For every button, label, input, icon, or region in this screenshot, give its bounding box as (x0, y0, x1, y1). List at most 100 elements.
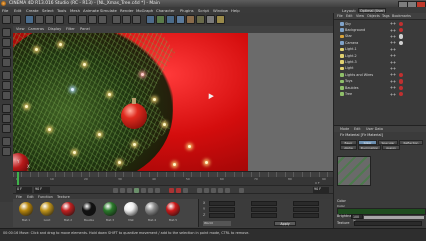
tab-color[interactable]: Color (358, 140, 377, 145)
tab-basic[interactable]: Basic (340, 140, 357, 145)
rotation-p-field[interactable] (293, 207, 319, 212)
object-row[interactable]: Light.1 (340, 47, 425, 53)
material-tag-icon[interactable] (399, 21, 404, 26)
tab-specular[interactable]: Specular (378, 140, 398, 145)
material-tag-icon[interactable] (399, 85, 404, 90)
menu-create[interactable]: Create (26, 8, 39, 13)
layout-select[interactable]: Optimal (User) (358, 7, 386, 13)
material-menu-file[interactable]: File (16, 195, 22, 199)
menu-plugins[interactable]: Plugins (180, 8, 194, 13)
cube-icon[interactable] (146, 15, 155, 24)
visibility-dots-icon[interactable] (390, 86, 396, 90)
render-view-icon[interactable] (112, 15, 121, 24)
material-tag-icon[interactable] (399, 72, 404, 78)
object-row[interactable]: Star (340, 34, 425, 40)
polygons-mode-icon[interactable] (2, 91, 11, 100)
material-tag-icon[interactable] (399, 91, 404, 97)
viewport-menu-view[interactable]: View (16, 27, 25, 31)
am-menu-edit[interactable]: Edit (354, 127, 361, 131)
next-key-icon[interactable] (148, 187, 153, 193)
timeline-settings-icon[interactable] (239, 187, 244, 193)
editor-viewport[interactable]: Y X (13, 33, 333, 171)
object-row[interactable]: Toys (340, 79, 425, 85)
visibility-dots-icon[interactable] (390, 79, 396, 83)
material-swatch[interactable] (166, 202, 180, 216)
prev-key-icon[interactable] (120, 187, 125, 193)
prev-frame-icon[interactable] (127, 187, 132, 193)
visibility-dots-icon[interactable] (390, 41, 396, 45)
deformer-icon[interactable] (186, 15, 195, 24)
object-row[interactable]: Baubles (340, 85, 425, 91)
brightness-field[interactable]: 100 % (351, 214, 363, 223)
size-z-field[interactable] (251, 213, 277, 218)
menu-select[interactable]: Select (42, 8, 54, 13)
visibility-dots-icon[interactable] (390, 47, 396, 51)
object-row[interactable]: Light.2 (340, 53, 425, 59)
redo-icon[interactable] (12, 15, 21, 24)
rotation-key-icon[interactable] (211, 187, 216, 193)
menu-window[interactable]: Window (213, 8, 228, 13)
viewport-menu-panel[interactable]: Panel (80, 27, 90, 31)
undo-icon[interactable] (2, 15, 11, 24)
texture-mode-icon[interactable] (2, 48, 11, 57)
workplane-icon[interactable] (2, 58, 11, 67)
tab-alpha[interactable]: Alpha (340, 145, 357, 150)
tab-illumination[interactable]: Illumination (358, 145, 381, 150)
make-editable-icon[interactable] (2, 28, 11, 37)
param-key-icon[interactable] (218, 187, 223, 193)
tab-reflection[interactable]: Reflection (399, 140, 423, 145)
object-row[interactable]: Tree (340, 91, 425, 97)
planar-workplane-icon[interactable] (2, 147, 11, 156)
object-row[interactable]: Light.3 (340, 59, 425, 65)
object-row[interactable]: Sky (340, 21, 425, 27)
material-tag-icon[interactable] (399, 40, 404, 46)
object-row[interactable]: Light (340, 66, 425, 72)
pla-key-icon[interactable] (225, 187, 230, 193)
record-icon[interactable] (169, 187, 174, 193)
material-menu-function[interactable]: Function (38, 195, 53, 199)
points-mode-icon[interactable] (2, 71, 11, 80)
object-row[interactable]: Camera (340, 40, 425, 46)
size-x-field[interactable] (251, 201, 277, 206)
visibility-dots-icon[interactable] (390, 67, 396, 71)
model-mode-icon[interactable] (2, 38, 11, 47)
material-swatch[interactable] (40, 202, 54, 216)
menu-edit[interactable]: Edit (14, 8, 21, 13)
timeline-ruler[interactable] (13, 172, 333, 177)
visibility-dots-icon[interactable] (390, 92, 396, 96)
live-selection-icon[interactable] (25, 15, 34, 24)
viewport-menu-display[interactable]: Display (48, 27, 61, 31)
menu-mesh[interactable]: Mesh (70, 8, 80, 13)
menu-script[interactable]: Script (198, 8, 209, 13)
material-swatch[interactable] (145, 202, 159, 216)
menu-character[interactable]: Character (156, 8, 175, 13)
viewport-menu-filter[interactable]: Filter (66, 27, 75, 31)
apply-button[interactable]: Apply (274, 221, 296, 226)
pen-spline-icon[interactable] (156, 15, 165, 24)
position-z-field[interactable] (209, 213, 235, 218)
material-tag-icon[interactable] (399, 34, 404, 39)
material-tag-icon[interactable] (399, 27, 404, 33)
tab-assign[interactable]: Assign (382, 145, 400, 150)
keyframe-selection-icon[interactable] (183, 187, 188, 193)
material-swatch[interactable] (82, 202, 96, 216)
am-menu-user-data[interactable]: User Data (366, 127, 383, 131)
floor-icon[interactable] (196, 15, 205, 24)
autokey-icon[interactable] (176, 187, 181, 193)
visibility-dots-icon[interactable] (390, 54, 396, 58)
position-key-icon[interactable] (197, 187, 202, 193)
visibility-dots-icon[interactable] (390, 28, 396, 32)
goto-end-icon[interactable] (155, 187, 160, 193)
play-icon[interactable] (134, 187, 139, 193)
edges-mode-icon[interactable] (2, 81, 11, 90)
menu-help[interactable]: Help (231, 8, 240, 13)
object-row[interactable]: Background (340, 27, 425, 33)
position-y-field[interactable] (209, 207, 235, 212)
material-tag-icon[interactable] (399, 79, 404, 84)
menu-simulate[interactable]: Simulate (100, 8, 117, 13)
move-icon[interactable] (35, 15, 44, 24)
material-menu-edit[interactable]: Edit (27, 195, 34, 199)
rotation-h-field[interactable] (293, 201, 319, 206)
size-y-field[interactable] (251, 207, 277, 212)
rotate-icon[interactable] (55, 15, 64, 24)
